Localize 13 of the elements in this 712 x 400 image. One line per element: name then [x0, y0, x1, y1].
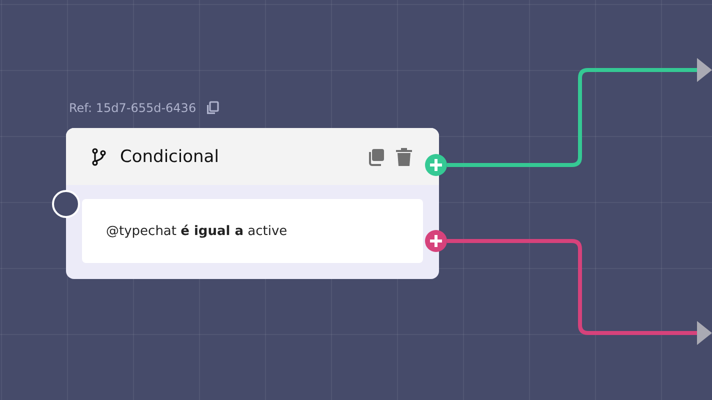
node-card[interactable]: Condicional @typechat é igual a active: [66, 128, 439, 279]
node-reference: Ref: 15d7-655d-6436: [69, 101, 196, 115]
branch-icon: [92, 148, 106, 166]
add-output-button[interactable]: [425, 230, 447, 252]
duplicate-icon[interactable]: [367, 146, 385, 166]
input-port[interactable]: [52, 190, 80, 218]
copy-icon[interactable]: [206, 101, 220, 115]
add-output-button[interactable]: [425, 154, 447, 176]
plus-icon: [429, 158, 443, 172]
node-title: Condicional: [120, 146, 220, 166]
trash-icon[interactable]: [395, 146, 413, 166]
plus-icon: [429, 234, 443, 248]
condition-text: @typechat é igual a active: [106, 224, 288, 238]
